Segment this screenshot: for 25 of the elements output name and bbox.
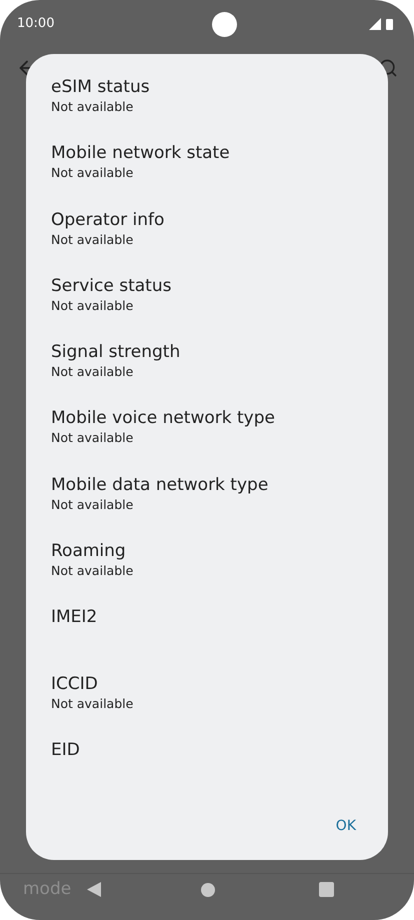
info-label: Roaming — [51, 540, 127, 564]
info-label: EID — [51, 738, 81, 762]
camera-hole-icon — [212, 12, 238, 36]
info-value: Not available — [51, 430, 134, 446]
info-value: Not available — [51, 563, 134, 580]
info-label: Mobile voice network type — [51, 407, 276, 430]
info-label: Mobile data network type — [51, 474, 270, 497]
info-label: Operator info — [51, 208, 166, 232]
info-value: Not available — [51, 696, 134, 712]
info-label: Mobile network state — [51, 142, 231, 166]
home-nav-icon[interactable] — [200, 882, 215, 896]
info-value: Not available — [51, 232, 134, 248]
info-value: Not available — [51, 364, 134, 380]
info-value: Not available — [51, 99, 134, 115]
info-label: IMEI2 — [51, 606, 98, 630]
info-label: eSIM status — [51, 76, 151, 99]
info-value: Not available — [51, 298, 134, 314]
info-label: Service status — [51, 274, 172, 298]
back-nav-icon[interactable] — [87, 882, 102, 897]
info-label: ICCID — [51, 672, 99, 696]
status-time: 10:00 — [17, 15, 54, 34]
info-label: Signal strength — [51, 341, 182, 364]
info-value: Not available — [51, 165, 134, 182]
info-value: Not available — [51, 496, 134, 513]
ok-button[interactable]: OK — [330, 814, 362, 839]
